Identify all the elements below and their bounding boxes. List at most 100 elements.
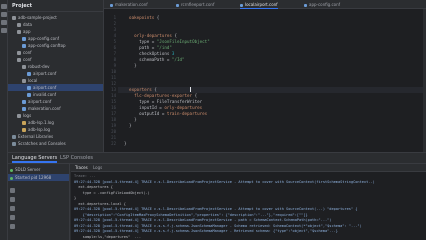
folder-icon	[17, 58, 21, 62]
bottom-tab[interactable]: Language Servers	[12, 153, 58, 163]
tree-item[interactable]: airport.conf	[8, 84, 103, 91]
more-tools-icon[interactable]	[1, 28, 7, 33]
code-token: type = FileTransferWriter	[124, 99, 203, 104]
project-tool-icon[interactable]	[1, 4, 7, 9]
trace-log-tabs: Traces Logs	[71, 164, 426, 172]
tree-item-label: Scratches and Consoles	[18, 141, 66, 146]
server-list: SDLD Server Started pid 12968	[8, 164, 70, 240]
restart-icon[interactable]	[10, 188, 15, 193]
tree-item[interactable]: Scratches and Consoles	[8, 140, 103, 147]
tree-item-label: app	[23, 29, 31, 34]
server-item[interactable]: SDLD Server	[10, 166, 40, 173]
log-subtab[interactable]: Logs	[93, 164, 102, 172]
log-subtab[interactable]: Traces	[75, 164, 88, 172]
editor-tab-label: makeration.conf	[115, 2, 148, 7]
code-token: type =	[124, 39, 157, 44]
code-token: "/Id"	[171, 57, 185, 62]
conf-icon	[22, 107, 26, 111]
log-line: Trace: ...	[74, 174, 96, 178]
conf-file-icon	[304, 3, 307, 7]
log-line: 09:27:44.328 [pool-5-thread-4] TRACE c.s…	[74, 229, 338, 233]
tree-item[interactable]: airport.conf	[8, 98, 103, 105]
code-token: }	[124, 141, 127, 146]
commit-tool-icon[interactable]	[1, 12, 7, 17]
tree-item[interactable]: invalid.conf	[8, 91, 103, 98]
tree-item[interactable]: adb-lsp.log	[8, 126, 103, 133]
code-token: 3	[171, 51, 175, 56]
code-line[interactable]: }	[124, 123, 132, 129]
conf-icon	[27, 86, 31, 90]
clear-icon[interactable]	[10, 224, 15, 229]
code-line[interactable]: }	[124, 141, 127, 147]
tree-item[interactable]: robust-dev	[8, 63, 103, 70]
tree-item-label: invalid.conf	[33, 92, 57, 97]
editor-tab[interactable]: app-config.conf	[304, 0, 340, 9]
tree-item-label: airport.conf	[28, 99, 52, 104]
editor-tab-bar: makeration.conf rcrnfieeport.conf localair…	[104, 0, 426, 9]
line-number-gutter: 1 2 3 4 5 6 7 8 9 10 11 12 13 14 15 16 17 18 19 20 21 22	[104, 9, 118, 152]
code-token: flc-departures-exporter	[134, 93, 193, 98]
tree-item[interactable]: External Libraries	[8, 133, 103, 140]
tree-item[interactable]: adb-sample-project	[8, 14, 103, 21]
tree-item-label: External Libraries	[18, 134, 54, 139]
conf-file-icon	[176, 3, 179, 7]
tree-item[interactable]: conf	[8, 56, 103, 63]
folder-icon	[22, 79, 26, 83]
code-token: exporters	[129, 87, 152, 92]
server-status-icon	[10, 168, 13, 172]
server-item[interactable]: Started pid 12968	[8, 174, 69, 181]
code-token: {	[151, 87, 157, 92]
code-token: inputId =	[124, 105, 165, 110]
log-line: 09:27:44.328 [pool-5-thread-4] TRACE c.s…	[74, 179, 375, 184]
tree-item[interactable]: app-config.conf	[8, 35, 103, 42]
editor-tab-label: rcrnfieeport.conf	[181, 2, 215, 7]
code-token: oakepoints	[129, 15, 155, 20]
editor-tab[interactable]: localairport.conf	[240, 0, 278, 9]
line-number: 22	[111, 141, 116, 146]
folder-icon	[17, 51, 21, 55]
tree-item-label: adb-lsp.log	[28, 127, 51, 132]
stop-icon[interactable]	[10, 197, 15, 202]
code-line[interactable]: oakepoints {	[124, 15, 159, 21]
log-icon	[22, 121, 26, 125]
bottom-tab[interactable]: LSP Consoles	[60, 153, 93, 163]
structure-tool-icon[interactable]	[1, 20, 7, 25]
settings-icon[interactable]	[10, 206, 15, 211]
tree-item[interactable]: logs	[8, 112, 103, 119]
project-panel-title: Project	[8, 0, 103, 12]
code-editor[interactable]: 1 2 3 4 5 6 7 8 9 10 11 12 13 14 15 16 17 18 19 20 21 22 oake…	[104, 9, 426, 152]
code-token: checkOptions	[124, 51, 172, 56]
log-line: 09:27:44.328 [pool-5-thread-4] TRACE c.s…	[74, 218, 332, 222]
code-token: }	[124, 63, 137, 68]
text-cursor	[190, 87, 191, 92]
log-line: sample:%s,"departures" ...	[74, 234, 142, 239]
code-token: }	[124, 117, 137, 122]
conf-icon	[22, 44, 26, 48]
conf-icon	[27, 72, 31, 76]
tree-item-label: local	[28, 78, 38, 83]
tree-item[interactable]: app	[8, 28, 103, 35]
editor-tab[interactable]: rcrnfieeport.conf	[176, 0, 214, 9]
tree-item[interactable]: airport.conf	[8, 70, 103, 77]
folder-icon	[17, 114, 21, 118]
lsp-trace-log[interactable]: Trace: ... 09:27:44.328 [pool-5-thread-4]…	[71, 172, 426, 240]
tree-item[interactable]: local	[8, 77, 103, 84]
tree-item[interactable]: adb-lsp.1.log	[8, 119, 103, 126]
code-token: path =	[124, 45, 157, 50]
tree-item[interactable]: conf	[8, 49, 103, 56]
tree-item-label: conf	[23, 50, 32, 55]
code-line[interactable]: }	[124, 63, 137, 69]
tree-item[interactable]: data	[8, 21, 103, 28]
language-servers-panel: Language Servers LSP Consoles SDLD Server…	[8, 152, 426, 240]
scroll-end-icon[interactable]	[10, 215, 15, 220]
code-token: train-departures	[166, 111, 208, 116]
code-token: orly-departures	[134, 33, 172, 38]
log-line: ext-departures-local {	[74, 201, 126, 206]
code-token: }	[124, 123, 132, 128]
editor-tab[interactable]: makeration.conf	[110, 0, 148, 9]
tree-item[interactable]: makeration.conf	[8, 105, 103, 112]
editor-tab-label: app-config.conf	[309, 2, 341, 7]
tree-item[interactable]: app-config.conftop	[8, 42, 103, 49]
conf-icon	[22, 37, 26, 41]
